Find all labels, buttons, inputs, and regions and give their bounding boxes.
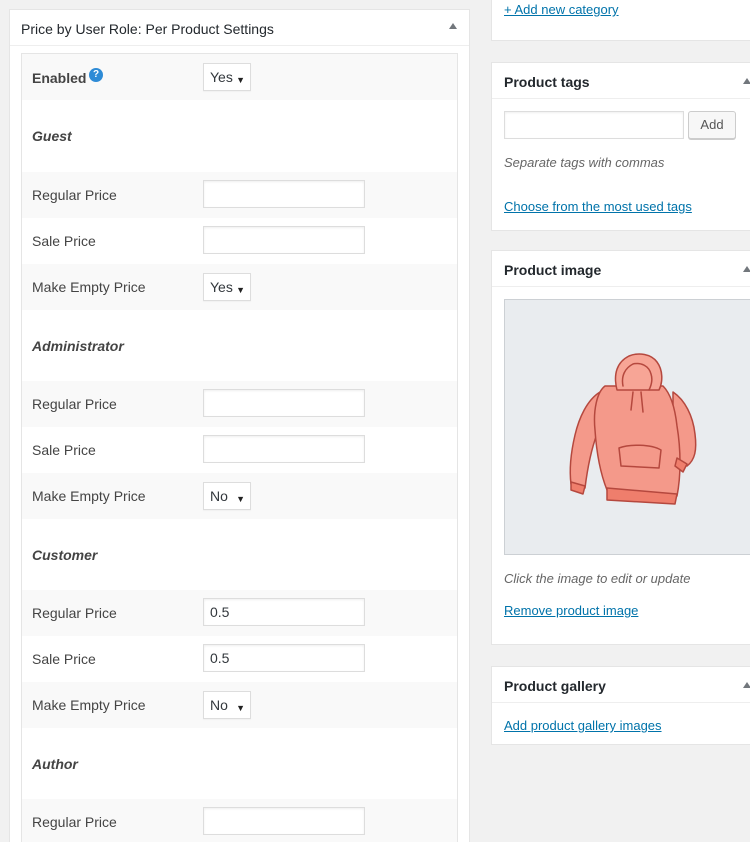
product-image-title: Product image [504, 262, 602, 278]
select-value: No [210, 488, 228, 504]
product-tags-box: Product tags Add Separate tags with comm… [491, 62, 750, 231]
add-gallery-link[interactable]: Add product gallery images [504, 718, 662, 733]
collapse-arrow-icon[interactable] [743, 266, 750, 272]
regular-price-label: Regular Price [32, 814, 117, 830]
role-title-administrator: Administrator [32, 338, 124, 354]
help-icon[interactable]: ? [89, 68, 103, 82]
regular-price-row: Regular Price [22, 172, 457, 218]
add-tag-button[interactable]: Add [688, 111, 736, 139]
dropdown-caret-icon: ▼ [236, 494, 245, 504]
product-image-box: Product image Click the image to edit or… [491, 250, 750, 645]
role-heading-row: Administrator [22, 310, 457, 381]
sale-price-row: Sale Price 0.5 [22, 636, 457, 682]
remove-image-link[interactable]: Remove product image [504, 603, 638, 618]
role-title-guest: Guest [32, 128, 72, 144]
product-tags-title: Product tags [504, 74, 590, 90]
product-image[interactable] [504, 299, 750, 555]
role-heading-row: Customer [22, 519, 457, 590]
hoodie-image [569, 353, 697, 505]
empty-price-label: Make Empty Price [32, 697, 146, 713]
sale-price-label: Sale Price [32, 442, 96, 458]
add-category-link[interactable]: + Add new category [504, 2, 619, 17]
regular-price-row: Regular Price 0.5 [22, 590, 457, 636]
empty-price-label: Make Empty Price [32, 279, 146, 295]
collapse-arrow-icon[interactable] [743, 682, 750, 688]
price-by-role-metabox: Price by User Role: Per Product Settings… [9, 9, 470, 842]
dropdown-caret-icon: ▼ [236, 703, 245, 713]
regular-price-row: Regular Price [22, 799, 457, 842]
enabled-row: Enabled ? Yes ▼ [22, 54, 457, 100]
guest-sale-price-input[interactable] [203, 226, 365, 254]
settings-table: Enabled ? Yes ▼ Guest Regular Price Sale … [21, 53, 458, 842]
admin-empty-price-select[interactable]: No ▼ [203, 482, 251, 510]
admin-sale-price-input[interactable] [203, 435, 365, 463]
empty-price-row: Make Empty Price Yes ▼ [22, 264, 457, 310]
role-title-author: Author [32, 756, 78, 772]
dropdown-caret-icon: ▼ [236, 75, 245, 85]
sale-price-row: Sale Price [22, 427, 457, 473]
metabox-title: Price by User Role: Per Product Settings [21, 21, 274, 37]
guest-empty-price-select[interactable]: Yes ▼ [203, 273, 251, 301]
select-value: No [210, 697, 228, 713]
tags-hint: Separate tags with commas [504, 155, 665, 170]
sale-price-label: Sale Price [32, 651, 96, 667]
admin-regular-price-input[interactable] [203, 389, 365, 417]
enabled-select[interactable]: Yes ▼ [203, 63, 251, 91]
customer-empty-price-select[interactable]: No ▼ [203, 691, 251, 719]
select-value: Yes [210, 279, 233, 295]
role-title-customer: Customer [32, 547, 98, 563]
customer-regular-price-input[interactable]: 0.5 [203, 598, 365, 626]
sale-price-label: Sale Price [32, 233, 96, 249]
regular-price-label: Regular Price [32, 396, 117, 412]
collapse-arrow-icon[interactable] [743, 78, 750, 84]
regular-price-row: Regular Price [22, 381, 457, 427]
categories-box: + Add new category [491, 0, 750, 41]
product-gallery-title: Product gallery [504, 678, 606, 694]
empty-price-label: Make Empty Price [32, 488, 146, 504]
product-gallery-header[interactable]: Product gallery [492, 667, 750, 703]
tag-input[interactable] [504, 111, 684, 139]
product-image-header[interactable]: Product image [492, 251, 750, 287]
empty-price-row: Make Empty Price No ▼ [22, 682, 457, 728]
regular-price-label: Regular Price [32, 605, 117, 621]
product-tags-header[interactable]: Product tags [492, 63, 750, 99]
collapse-arrow-icon[interactable] [449, 23, 457, 29]
role-heading-row: Author [22, 728, 457, 799]
sale-price-row: Sale Price [22, 218, 457, 264]
customer-sale-price-input[interactable]: 0.5 [203, 644, 365, 672]
product-gallery-box: Product gallery Add product gallery imag… [491, 666, 750, 745]
author-regular-price-input[interactable] [203, 807, 365, 835]
dropdown-caret-icon: ▼ [236, 285, 245, 295]
choose-tags-link[interactable]: Choose from the most used tags [504, 199, 692, 214]
guest-regular-price-input[interactable] [203, 180, 365, 208]
empty-price-row: Make Empty Price No ▼ [22, 473, 457, 519]
role-heading-row: Guest [22, 100, 457, 172]
metabox-header[interactable]: Price by User Role: Per Product Settings [10, 10, 469, 46]
enabled-select-value: Yes [210, 69, 233, 85]
regular-price-label: Regular Price [32, 187, 117, 203]
image-hint: Click the image to edit or update [504, 571, 691, 586]
enabled-label: Enabled [32, 70, 87, 86]
